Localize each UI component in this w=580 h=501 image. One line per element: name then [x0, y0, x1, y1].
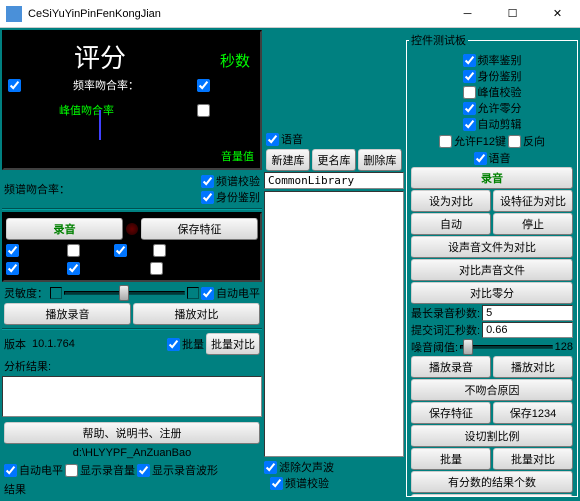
tb-save-1234-button[interactable]: 保存1234 — [493, 402, 573, 424]
left-column: 评分 秒数 允许零分 频率吻合率： 频率鉴别 峰值吻合率 峰值校验 音量值 频谱… — [2, 30, 262, 499]
tb-auto-button[interactable]: 自动 — [411, 213, 491, 235]
new-lib-button[interactable]: 新建库 — [266, 149, 310, 171]
batch-checkbox[interactable]: 批量 — [167, 336, 204, 352]
close-button[interactable]: ✕ — [535, 0, 580, 28]
peak-check-checkbox[interactable]: 峰值校验 — [197, 102, 256, 118]
tb-peak-check-checkbox[interactable]: 峰值校验 — [463, 84, 522, 100]
tb-auto-trim-checkbox[interactable]: 自动剪辑 — [463, 116, 522, 132]
tb-no-match-reason-button[interactable]: 不吻合原因 — [411, 379, 573, 401]
rec-panel: 录音 保存特征 自动剪辑 F12键 绘图 反向 自动响应 显示录音波形 虚欠声波 — [2, 212, 262, 282]
tb-max-rec-sec-label: 最长录音秒数: — [411, 305, 480, 321]
spectrum-check-checkbox[interactable]: 频谱校验 — [201, 173, 260, 189]
tb-batch-button[interactable]: 批量 — [411, 448, 491, 470]
maximize-button[interactable]: ☐ — [490, 0, 535, 28]
delete-lib-button[interactable]: 删除库 — [358, 149, 402, 171]
path-label: d:\HLYYPF_AnZuanBao — [2, 445, 262, 461]
tb-record-button[interactable]: 录音 — [411, 167, 573, 189]
record-button[interactable]: 录音 — [6, 218, 123, 240]
result-label: 结果 — [2, 479, 262, 499]
tb-play-cmp-button[interactable]: 播放对比 — [493, 356, 573, 378]
sensitivity-label: 灵敏度： — [4, 285, 48, 301]
test-board-title: 控件测试板 — [409, 32, 468, 48]
voice-checkbox[interactable]: 语音 — [266, 131, 303, 147]
freq-discrim-checkbox[interactable]: 频率鉴别 — [197, 77, 256, 93]
tb-set-cmp-button[interactable]: 设为对比 — [411, 190, 491, 212]
auto-resp-checkbox[interactable]: 自动响应 — [6, 260, 65, 276]
tb-save-feat-button[interactable]: 保存特征 — [411, 402, 491, 424]
draw-checkbox[interactable]: 绘图 — [114, 242, 151, 258]
sensitivity-right-icon[interactable] — [187, 287, 199, 299]
bottom-spectrum-check-checkbox[interactable]: 频谱校验 — [270, 475, 404, 491]
tb-reverse-checkbox[interactable]: 反向 — [508, 133, 545, 149]
tb-noise-thresh-label: 噪音阈值: — [411, 339, 458, 355]
bottom-filter-ultra-checkbox[interactable]: 滤除欠声波 — [264, 459, 404, 475]
play-compare-button[interactable]: 播放对比 — [133, 303, 260, 325]
bottom-show-wave-checkbox[interactable]: 显示录音波形 — [137, 462, 218, 478]
version-value: 10.1.764 — [32, 338, 75, 350]
freq-match-label: 频率吻合率： — [73, 77, 139, 93]
tb-set-feat-cmp-button[interactable]: 设特征为对比 — [493, 190, 573, 212]
tb-cmp-zero-button[interactable]: 对比零分 — [411, 282, 573, 304]
titlebar-text: CeSiYuYinPinFenKongJian — [28, 8, 445, 20]
record-indicator-icon — [125, 222, 139, 236]
play-record-button[interactable]: 播放录音 — [4, 303, 131, 325]
right-column: 控件测试板 频率鉴别 身份鉴别 峰值校验 允许零分 自动剪辑 允许F12键 反向… — [406, 30, 578, 499]
tb-noise-slider[interactable] — [460, 345, 553, 349]
tb-max-rec-sec-input[interactable] — [482, 305, 573, 321]
tb-batch-cmp-button[interactable]: 批量对比 — [493, 448, 573, 470]
auto-level-checkbox[interactable]: 自动电平 — [201, 285, 260, 301]
batch-compare-button[interactable]: 批量对比 — [206, 333, 260, 355]
score-label: 评分 — [74, 38, 126, 75]
tb-submit-sec-label: 提交词汇秒数: — [411, 322, 480, 338]
tb-play-rec-button[interactable]: 播放录音 — [411, 356, 491, 378]
bottom-auto-level-checkbox[interactable]: 自动电平 — [4, 462, 63, 478]
save-feature-button[interactable]: 保存特征 — [141, 218, 258, 240]
identity-checkbox[interactable]: 身份鉴别 — [201, 189, 260, 205]
tb-set-snd-file-cmp-button[interactable]: 设声音文件为对比 — [411, 236, 573, 258]
middle-column: 语音 新建库 更名库 删除库 CommonLibrary 滤除欠声波 频谱校验 — [264, 30, 404, 499]
seconds-label: 秒数 — [220, 50, 250, 71]
sensitivity-slider[interactable] — [64, 291, 185, 295]
library-list[interactable] — [264, 191, 404, 457]
tb-read-top-button[interactable]: 读最高分 — [411, 494, 573, 497]
analysis-label: 分析结果: — [2, 356, 262, 376]
rename-lib-button[interactable]: 更名库 — [312, 149, 356, 171]
tb-voice-checkbox[interactable]: 语音 — [474, 150, 511, 166]
waveform-line — [99, 110, 101, 140]
show-wave-checkbox[interactable]: 显示录音波形 — [67, 260, 148, 276]
auto-trim-checkbox[interactable]: 自动剪辑 — [6, 242, 65, 258]
help-button[interactable]: 帮助、说明书、注册 — [4, 422, 260, 444]
client-area: 评分 秒数 允许零分 频率吻合率： 频率鉴别 峰值吻合率 峰值校验 音量值 频谱… — [0, 28, 580, 501]
tb-stop-button[interactable]: 停止 — [493, 213, 573, 235]
library-select[interactable]: CommonLibrary — [264, 172, 404, 189]
tb-noise-thresh-val: 128 — [555, 341, 573, 353]
analysis-result-area[interactable] — [2, 376, 262, 417]
sensitivity-left-icon[interactable] — [50, 287, 62, 299]
allow-zero-checkbox[interactable]: 允许零分 — [8, 77, 67, 93]
titlebar: CeSiYuYinPinFenKongJian ─ ☐ ✕ — [0, 0, 580, 28]
test-board-fieldset: 控件测试板 频率鉴别 身份鉴别 峰值校验 允许零分 自动剪辑 允许F12键 反向… — [406, 32, 578, 497]
tb-submit-sec-input[interactable] — [482, 322, 573, 338]
virtual-wave-checkbox[interactable]: 虚欠声波 — [150, 260, 209, 276]
tb-part-result-count-button[interactable]: 有分数的结果个数 — [411, 471, 573, 493]
score-panel: 评分 秒数 允许零分 频率吻合率： 频率鉴别 峰值吻合率 峰值校验 音量值 — [2, 30, 262, 170]
tb-set-cut-ratio-button[interactable]: 设切割比例 — [411, 425, 573, 447]
tb-allow-f12-checkbox[interactable]: 允许F12键 — [439, 133, 506, 149]
spectrum-match-label: 频谱吻合率： — [4, 181, 70, 197]
bottom-show-vol-checkbox[interactable]: 显示录音量 — [65, 462, 135, 478]
reverse-checkbox[interactable]: 反向 — [153, 242, 190, 258]
f12-checkbox[interactable]: F12键 — [67, 242, 112, 258]
tb-cmp-snd-file-button[interactable]: 对比声音文件 — [411, 259, 573, 281]
tb-allow-zero-checkbox[interactable]: 允许零分 — [463, 100, 522, 116]
minimize-button[interactable]: ─ — [445, 0, 490, 28]
volume-label: 音量值 — [221, 148, 254, 164]
version-label: 版本 — [4, 336, 26, 352]
peak-match-label: 峰值吻合率 — [59, 102, 114, 118]
tb-identity-checkbox[interactable]: 身份鉴别 — [463, 68, 522, 84]
app-icon — [6, 6, 22, 22]
tb-freq-discrim-checkbox[interactable]: 频率鉴别 — [463, 52, 522, 68]
